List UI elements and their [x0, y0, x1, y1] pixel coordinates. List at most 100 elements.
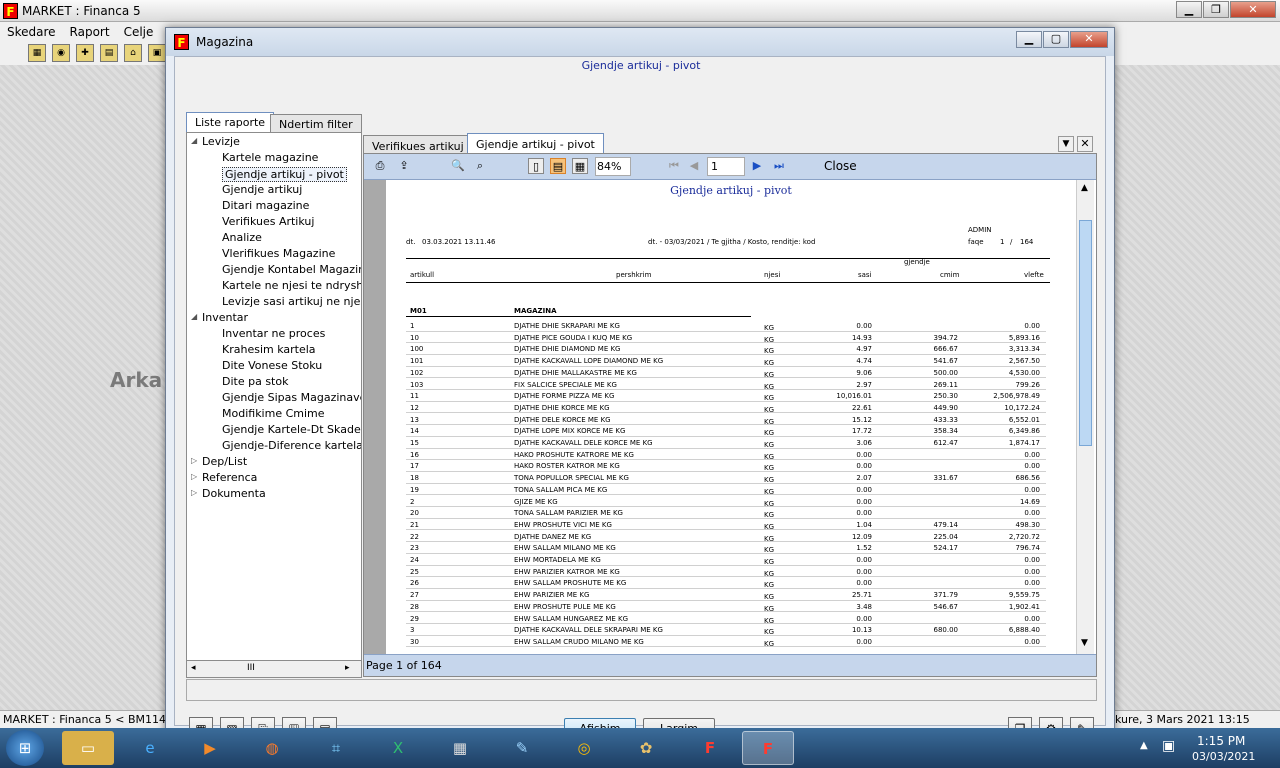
tab-dropdown-icon[interactable]: ▼ [1058, 136, 1074, 152]
page-input[interactable]: 1 [707, 157, 745, 176]
single-page-icon[interactable]: ▯ [528, 158, 544, 174]
table-cell: 0.00 [1024, 579, 1040, 588]
tree-item[interactable]: Gjendje artikuj - pivot [222, 167, 347, 182]
export-icon[interactable]: ⇪ [396, 158, 412, 174]
scroll-up-icon[interactable]: ▲ [1081, 183, 1088, 193]
table-cell: 16 [410, 450, 419, 459]
financa-active-icon[interactable]: F [742, 731, 794, 765]
paint-icon[interactable]: ✿ [620, 731, 672, 765]
chrome-icon[interactable]: ◎ [558, 731, 610, 765]
print-icon[interactable]: ⎙ [372, 158, 388, 174]
divider [406, 316, 751, 317]
calculator-icon[interactable]: ▦ [434, 731, 486, 765]
menu-item[interactable]: Celje [124, 25, 154, 39]
tree-item[interactable]: Vlerifikues Magazine [222, 247, 335, 260]
clock-date[interactable]: 03/03/2021 [1192, 750, 1255, 763]
tree-item[interactable]: Dite pa stok [222, 375, 288, 388]
scroll-thumb[interactable]: III [247, 663, 255, 673]
tree-group[interactable]: Dokumenta [202, 487, 266, 500]
tab-close-icon[interactable]: ✕ [1077, 136, 1093, 152]
tab-gjendje-pivot[interactable]: Gjendje artikuj - pivot [467, 133, 604, 154]
dialog-minimize-button[interactable]: ▁ [1016, 31, 1042, 48]
tree-group[interactable]: Inventar [202, 311, 248, 324]
financa-app-icon[interactable]: F [684, 731, 736, 765]
dialog-close-button[interactable]: ✕ [1070, 31, 1108, 48]
app-restore-button[interactable]: ❐ [1203, 1, 1229, 18]
toolbar-icon[interactable]: ▤ [100, 44, 118, 62]
tree-item[interactable]: Kartele ne njesi te ndryshme [222, 279, 361, 292]
report-vscrollbar[interactable]: ▲ ▼ [1076, 180, 1094, 654]
tree-group[interactable]: Levizje [202, 135, 240, 148]
tree-item[interactable]: Kartele magazine [222, 151, 318, 164]
tree-item[interactable]: Gjendje Kontabel Magazina [222, 263, 361, 276]
tree-group[interactable]: Dep/List [202, 455, 247, 468]
tree-item[interactable]: Levizje sasi artikuj ne njesi [222, 295, 361, 308]
tree-item[interactable]: Dite Vonese Stoku [222, 359, 322, 372]
explorer-icon[interactable]: ▭ [62, 731, 114, 765]
toolbar-icon[interactable]: ⌂ [124, 44, 142, 62]
tree-item[interactable]: Gjendje Sipas Magazinave [222, 391, 361, 404]
page-width-icon[interactable]: ▤ [550, 158, 566, 174]
toolbar-icon[interactable]: ▦ [28, 44, 46, 62]
close-preview-button[interactable]: Close [824, 157, 864, 176]
tree-item[interactable]: Gjendje Kartele-Dt Skadence [222, 423, 361, 436]
toolbar-icon[interactable]: ✚ [76, 44, 94, 62]
scroll-thumb[interactable] [1079, 220, 1092, 446]
zoom-icon[interactable]: 🔍 [450, 158, 466, 174]
scroll-left-icon[interactable]: ◂ [191, 663, 196, 673]
app-close-button[interactable]: ✕ [1230, 1, 1276, 18]
table-row: 14 DJATHE LOPE MIX KORCE ME KG KG 17.72 358.… [406, 425, 1046, 437]
tree-item[interactable]: Analize [222, 231, 262, 244]
tree-item[interactable]: Gjendje-Diference kartela [222, 439, 361, 452]
dialog-maximize-button[interactable]: ▢ [1043, 31, 1069, 48]
tree-item[interactable]: Inventar ne proces [222, 327, 325, 340]
table-cell: GJIZE ME KG [514, 497, 558, 506]
network-tray-icon[interactable]: ▣ [1162, 738, 1175, 754]
next-page-icon[interactable]: ▶ [749, 158, 765, 174]
notes-icon[interactable]: ✎ [496, 731, 548, 765]
scroll-down-icon[interactable]: ▼ [1081, 638, 1088, 648]
network-app-icon[interactable]: ⌗ [310, 731, 362, 765]
tree-item[interactable]: Ditari magazine [222, 199, 309, 212]
tab-liste-raporte[interactable]: Liste raporte [186, 112, 275, 132]
expander-icon[interactable]: ▷ [191, 472, 197, 481]
tab-ndertim-filter[interactable]: Ndertim filter [270, 114, 362, 132]
table-cell: 612.47 [933, 439, 959, 447]
media-player-icon[interactable]: ▶ [184, 731, 236, 765]
table-row: 17 HAKO ROSTER KATROR ME KG KG 0.00 0.00 [406, 460, 1046, 472]
menu-item[interactable]: Raport [70, 25, 110, 39]
tab-verifikues-artikuj[interactable]: Verifikues artikuj [363, 135, 473, 154]
ie-icon[interactable]: e [124, 731, 176, 765]
prev-page-icon[interactable]: ◀ [686, 158, 702, 174]
firefox-icon[interactable]: ◍ [246, 731, 298, 765]
tree-group[interactable]: Referenca [202, 471, 257, 484]
expander-icon[interactable]: ◢ [191, 312, 197, 321]
table-row: 12 DJATHE DHIE KORCE ME KG KG 22.61 449.90 10… [406, 402, 1046, 414]
toolbar-icon[interactable]: ▣ [148, 44, 166, 62]
excel-icon[interactable]: X [372, 731, 424, 765]
expander-icon[interactable]: ▷ [191, 456, 197, 465]
tree-item[interactable]: Gjendje artikuj [222, 183, 302, 196]
expander-icon[interactable]: ◢ [191, 136, 197, 145]
tray-arrow-icon[interactable]: ▲ [1140, 740, 1148, 751]
clock-time[interactable]: 1:15 PM [1197, 734, 1245, 748]
tree-item[interactable]: Krahesim kartela [222, 343, 316, 356]
tree-hscrollbar[interactable]: ◂ III ▸ [186, 660, 362, 678]
tree-item[interactable]: Modifikime Cmime [222, 407, 325, 420]
last-page-icon[interactable]: ⏭ [771, 158, 787, 174]
app-minimize-button[interactable]: ▁ [1176, 1, 1202, 18]
table-cell: 0.00 [856, 497, 872, 506]
table-cell: 796.74 [1015, 544, 1041, 553]
zoom-field[interactable]: 84% [595, 157, 631, 176]
table-row: 100 DJATHE DHIE DIAMOND ME KG KG 4.97 666.67… [406, 343, 1046, 355]
tree-item[interactable]: Verifikues Artikuj [222, 215, 314, 228]
scroll-right-icon[interactable]: ▸ [345, 663, 350, 673]
toolbar-icon[interactable]: ◉ [52, 44, 70, 62]
multi-page-icon[interactable]: ▦ [572, 158, 588, 174]
first-page-icon[interactable]: ⏮ [666, 158, 682, 174]
find-icon[interactable]: ⌕ [472, 158, 488, 174]
menu-item[interactable]: Skedare [7, 25, 56, 39]
table-row: 11 DJATHE FORME PIZZA ME KG KG 10,016.01 250… [406, 390, 1046, 402]
expander-icon[interactable]: ▷ [191, 488, 197, 497]
windows-start-icon[interactable]: ⊞ [6, 730, 44, 766]
